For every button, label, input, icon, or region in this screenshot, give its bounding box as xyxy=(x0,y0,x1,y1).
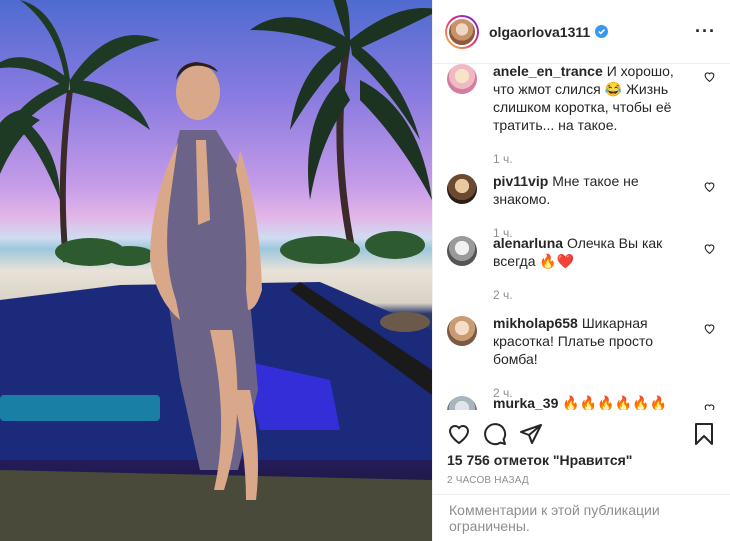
comment-username[interactable]: murka_39 xyxy=(493,395,558,410)
comment-item: mikholap658 Шикарная красотка! Платье про… xyxy=(447,314,716,402)
likes-count[interactable]: 15 756 отметок "Нравится" xyxy=(447,452,632,468)
share-paper-plane-icon[interactable] xyxy=(519,422,543,446)
post-sidebar: olgaorlova1311 ··· anele_en_trance И хоро… xyxy=(432,0,730,541)
comment-avatar[interactable] xyxy=(447,64,477,94)
comment-item: piv11vip Мне такое не знакомо. 1 ч. xyxy=(447,172,716,242)
comment-avatar[interactable] xyxy=(447,236,477,266)
comment-avatar[interactable] xyxy=(447,396,477,410)
author-username[interactable]: olgaorlova1311 xyxy=(489,24,590,40)
comment-username[interactable]: mikholap658 xyxy=(493,315,578,331)
author-avatar[interactable] xyxy=(445,14,479,49)
comment-bubble-icon[interactable] xyxy=(483,422,507,446)
comment-username[interactable]: alenarluna xyxy=(493,235,563,251)
comment-item: murka_39 🔥🔥🔥🔥🔥🔥 xyxy=(447,394,716,410)
comments-restricted-notice: Комментарии к этой публикации ограничены… xyxy=(433,494,730,541)
verified-badge-icon xyxy=(595,25,609,38)
post-timestamp[interactable]: 2 часов назад xyxy=(447,475,529,486)
comment-item: anele_en_trance И хорошо, что жмот слился… xyxy=(447,62,716,168)
comment-time[interactable]: 1 ч. xyxy=(493,150,694,168)
comment-time[interactable]: 2 ч. xyxy=(493,286,694,304)
like-comment-heart-icon[interactable] xyxy=(703,322,716,335)
like-comment-heart-icon[interactable] xyxy=(703,402,716,410)
post-photo[interactable] xyxy=(0,0,432,541)
post-photo-scene xyxy=(0,0,432,541)
comment-text: 🔥🔥🔥🔥🔥🔥 xyxy=(562,395,667,410)
comments-list[interactable]: anele_en_trance И хорошо, что жмот слился… xyxy=(433,58,730,410)
more-options-icon[interactable]: ··· xyxy=(695,21,716,42)
post-actions xyxy=(433,418,730,448)
comment-item: alenarluna Олечка Вы как всегда 🔥❤️ 2 ч. xyxy=(447,234,716,304)
comment-username[interactable]: piv11vip xyxy=(493,173,548,189)
like-heart-icon[interactable] xyxy=(447,422,471,446)
comment-avatar[interactable] xyxy=(447,316,477,346)
like-comment-heart-icon[interactable] xyxy=(703,242,716,255)
post-header: olgaorlova1311 ··· xyxy=(433,0,730,64)
like-comment-heart-icon[interactable] xyxy=(703,180,716,193)
comment-username[interactable]: anele_en_trance xyxy=(493,63,603,79)
comment-avatar[interactable] xyxy=(447,174,477,204)
save-bookmark-icon[interactable] xyxy=(692,422,716,446)
like-comment-heart-icon[interactable] xyxy=(703,70,716,83)
